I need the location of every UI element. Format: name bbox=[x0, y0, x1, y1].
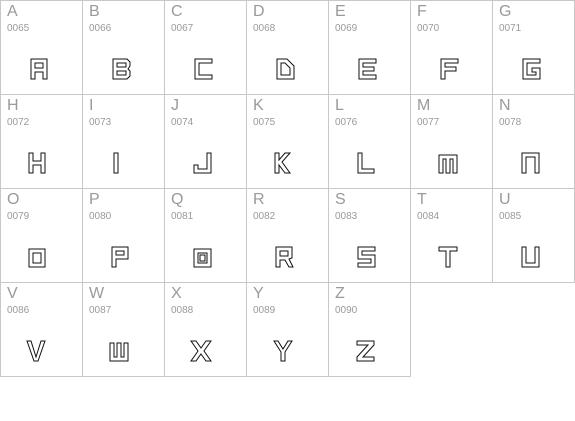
Q-glyph-icon-outline bbox=[193, 248, 212, 268]
C-glyph-icon bbox=[194, 58, 213, 80]
K-glyph-icon bbox=[274, 152, 292, 174]
Y-glyph-icon bbox=[273, 340, 293, 362]
B-glyph-icon bbox=[112, 58, 131, 80]
character-cell-m: M 0077 bbox=[410, 94, 492, 188]
E-glyph-icon bbox=[358, 58, 377, 80]
character-cell-y: Y 0089 bbox=[246, 282, 328, 377]
J-glyph-icon bbox=[193, 152, 212, 174]
character-cell-t: T 0084 bbox=[410, 188, 492, 283]
I-glyph-icon-outline bbox=[113, 152, 119, 174]
V-glyph-icon-outline bbox=[26, 340, 46, 362]
T-glyph-icon-outline bbox=[438, 246, 458, 268]
R-glyph-icon-outline bbox=[275, 246, 294, 268]
X-glyph-icon bbox=[190, 340, 212, 362]
W-glyph-icon-outline bbox=[109, 342, 129, 362]
V-glyph-icon bbox=[26, 340, 46, 362]
character-cell-j: J 0074 bbox=[164, 94, 246, 188]
character-cell-b: B 0066 bbox=[82, 0, 164, 94]
F-glyph-icon-outline bbox=[440, 58, 459, 80]
Q-glyph-icon bbox=[193, 248, 212, 268]
Z-glyph-icon-outline bbox=[356, 340, 375, 362]
F-glyph-icon bbox=[440, 58, 459, 80]
P-glyph-icon bbox=[111, 246, 129, 268]
character-cell-c: C 0067 bbox=[164, 0, 246, 94]
character-cell-x: X 0088 bbox=[164, 282, 246, 377]
character-cell-u: U 0085 bbox=[492, 188, 575, 283]
K-glyph-icon-outline bbox=[274, 152, 292, 174]
W-glyph-icon bbox=[109, 342, 129, 362]
A-glyph-icon bbox=[30, 58, 48, 80]
character-cell-s: S 0083 bbox=[328, 188, 410, 282]
O-glyph-icon bbox=[28, 248, 46, 268]
I-glyph-icon bbox=[113, 152, 119, 174]
H-glyph-icon bbox=[28, 152, 46, 174]
character-cell-f: F 0070 bbox=[410, 0, 492, 94]
L-glyph-icon bbox=[357, 152, 375, 174]
X-glyph-icon-outline bbox=[190, 340, 212, 362]
R-glyph-icon bbox=[275, 246, 294, 268]
S-glyph-icon bbox=[357, 246, 376, 268]
character-cell-h: H 0072 bbox=[0, 94, 82, 188]
U-glyph-icon bbox=[521, 246, 540, 268]
character-cell-e: E 0069 bbox=[328, 0, 410, 94]
N-glyph-icon-outline bbox=[521, 152, 540, 174]
character-cell-d: D 0068 bbox=[246, 0, 328, 94]
character-cell-o: O 0079 bbox=[0, 188, 82, 282]
character-cell-n: N 0078 bbox=[492, 94, 575, 188]
character-cell-r: R 0082 bbox=[246, 188, 328, 282]
character-cell-w: W 0087 bbox=[82, 282, 164, 377]
character-cell-i: I 0073 bbox=[82, 94, 164, 188]
H-glyph-icon-outline bbox=[28, 152, 46, 174]
J-glyph-icon-outline bbox=[193, 152, 212, 174]
M-glyph-icon bbox=[438, 154, 458, 174]
M-glyph-icon-outline bbox=[438, 154, 458, 174]
P-glyph-icon-outline bbox=[111, 246, 129, 268]
character-map-grid: A 0065 B 0066 C 0067 D 0068 E 0069 F 0070 G 0071 H 0072… bbox=[0, 0, 575, 421]
character-cell-l: L 0076 bbox=[328, 94, 410, 188]
S-glyph-icon-outline bbox=[357, 246, 376, 268]
L-glyph-icon-outline bbox=[357, 152, 375, 174]
B-glyph-icon-outline bbox=[112, 58, 131, 80]
D-glyph-icon-outline bbox=[276, 58, 295, 80]
U-glyph-icon-outline bbox=[521, 246, 540, 268]
Z-glyph-icon bbox=[356, 340, 375, 362]
character-cell-g: G 0071 bbox=[492, 0, 575, 94]
G-glyph-icon-outline bbox=[522, 58, 541, 80]
T-glyph-icon bbox=[438, 246, 458, 268]
A-glyph-icon-outline bbox=[30, 58, 48, 80]
N-glyph-icon bbox=[521, 152, 540, 174]
character-cell-p: P 0080 bbox=[82, 188, 164, 282]
character-cell-z: Z 0090 bbox=[328, 282, 411, 377]
character-cell-v: V 0086 bbox=[0, 282, 82, 377]
E-glyph-icon-outline bbox=[358, 58, 377, 80]
character-cell-q: Q 0081 bbox=[164, 188, 246, 282]
G-glyph-icon bbox=[522, 58, 541, 80]
character-cell-a: A 0065 bbox=[0, 0, 82, 94]
O-glyph-icon-outline bbox=[28, 248, 46, 268]
Y-glyph-icon-outline bbox=[273, 340, 293, 362]
character-cell-k: K 0075 bbox=[246, 94, 328, 188]
D-glyph-icon bbox=[276, 58, 295, 80]
C-glyph-icon-outline bbox=[194, 58, 213, 80]
